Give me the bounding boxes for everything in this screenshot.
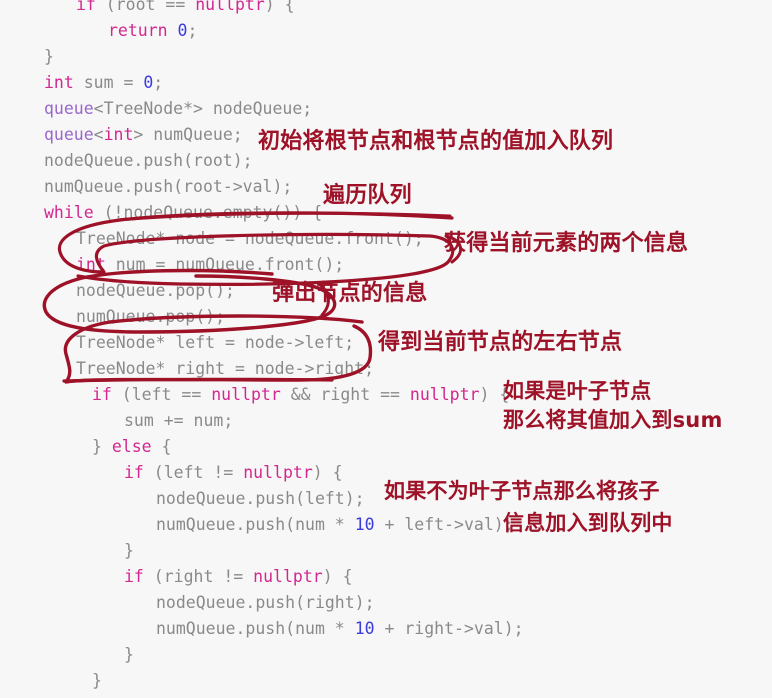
code-token: (!nodeQueue.empty()) { (93, 203, 323, 222)
code-token: int (44, 73, 74, 92)
code-token: numQueue.push(num * (156, 619, 355, 638)
code-token: { (151, 437, 172, 456)
code-line: } (0, 44, 772, 70)
code-line: return 0; (0, 18, 772, 44)
code-token: queue (44, 125, 94, 144)
code-token: int (103, 125, 134, 144)
code-token: else (111, 437, 152, 456)
code-token: nullptr (211, 385, 281, 404)
code-token: if (124, 567, 144, 586)
code-token: nullptr (243, 463, 313, 482)
code-token: 10 (354, 515, 375, 534)
code-screenshot-page: if (root == nullptr) {return 0;} int sum … (0, 0, 772, 698)
note-nonleaf-1: 如果不为叶子节点那么将孩子 (384, 479, 660, 503)
note-leaf-2: 那么将其值加入到sum (503, 408, 723, 432)
code-line: if (root == nullptr) { (0, 0, 772, 18)
code-line: } (0, 642, 772, 668)
code-token: TreeNode* right = node->right; (76, 359, 375, 378)
code-token: nodeQueue.push(left); (156, 489, 365, 508)
code-token: while (44, 203, 94, 222)
code-line: } (0, 538, 772, 564)
code-token: } (124, 541, 134, 560)
code-line: } (0, 668, 772, 694)
code-token: nodeQueue.pop(); (76, 281, 235, 300)
code-line: numQueue.pop(); (0, 304, 772, 330)
code-token: && right == (280, 385, 410, 404)
code-token: ) { (264, 0, 295, 14)
code-token: (right != (143, 567, 254, 586)
code-token: numQueue.push(num * (156, 515, 355, 534)
code-token: sum += num; (124, 411, 234, 430)
code-token: ) { (312, 463, 343, 482)
note-nonleaf-2: 信息加入到队列中 (503, 511, 673, 535)
code-token: numQueue.push(root->val); (44, 177, 293, 196)
code-token: } (44, 47, 54, 66)
note-pop-info: 弹出节点的信息 (272, 281, 428, 306)
code-line: TreeNode* right = node->right; (0, 356, 772, 382)
code-token: } (92, 437, 112, 456)
note-traverse-queue: 遍历队列 (323, 183, 412, 208)
code-token: } (92, 671, 102, 690)
note-two-infos: 获得当前元素的两个信息 (444, 231, 689, 256)
code-token: ) { (322, 567, 353, 586)
code-token: int (76, 255, 106, 274)
code-token: sum = (73, 73, 144, 92)
code-token: ; (187, 21, 198, 40)
code-line: } else { (0, 434, 772, 460)
code-line: if (left == nullptr && right == nullptr)… (0, 382, 772, 408)
note-leaf-1: 如果是叶子节点 (503, 379, 652, 403)
code-token: if (92, 385, 112, 404)
code-line: queue<TreeNode*> nodeQueue; (0, 96, 772, 122)
code-token: queue (44, 99, 94, 118)
code-token: <TreeNode*> nodeQueue; (93, 99, 313, 118)
code-token: nullptr (195, 0, 265, 14)
code-token: (root == (95, 0, 196, 14)
code-token: return (108, 21, 168, 40)
code-token: nullptr (253, 567, 323, 586)
code-line: numQueue.push(num * 10 + right->val); (0, 616, 772, 642)
code-token: + right->val); (374, 619, 524, 638)
code-token: 10 (354, 619, 375, 638)
code-token: numQueue.pop(); (76, 307, 226, 326)
code-line: nodeQueue.push(right); (0, 590, 772, 616)
code-token: < (93, 125, 104, 144)
code-token: if (76, 0, 96, 14)
code-token: (left == (111, 385, 212, 404)
code-token: (left != (143, 463, 244, 482)
code-token: if (124, 463, 144, 482)
code-token: > numQueue; (133, 125, 243, 144)
code-token: } (124, 645, 134, 664)
code-token: nodeQueue.push(right); (156, 593, 375, 612)
code-token: num = numQueue.front(); (105, 255, 345, 274)
code-token: 0 (143, 73, 154, 92)
code-token: TreeNode* node = nodeQueue.front(); (76, 229, 424, 248)
code-token: 0 (177, 21, 188, 40)
code-token: nullptr (409, 385, 480, 404)
code-token: + left->val); (374, 515, 514, 534)
code-token: nodeQueue.push(root); (44, 151, 253, 170)
note-left-right: 得到当前节点的左右节点 (378, 330, 623, 355)
code-line: if (right != nullptr) { (0, 564, 772, 590)
code-token: ; (153, 73, 164, 92)
note-init-root: 初始将根节点和根节点的值加入队列 (258, 129, 614, 154)
code-token: TreeNode* left = node->left; (76, 333, 355, 352)
code-line: int sum = 0; (0, 70, 772, 96)
